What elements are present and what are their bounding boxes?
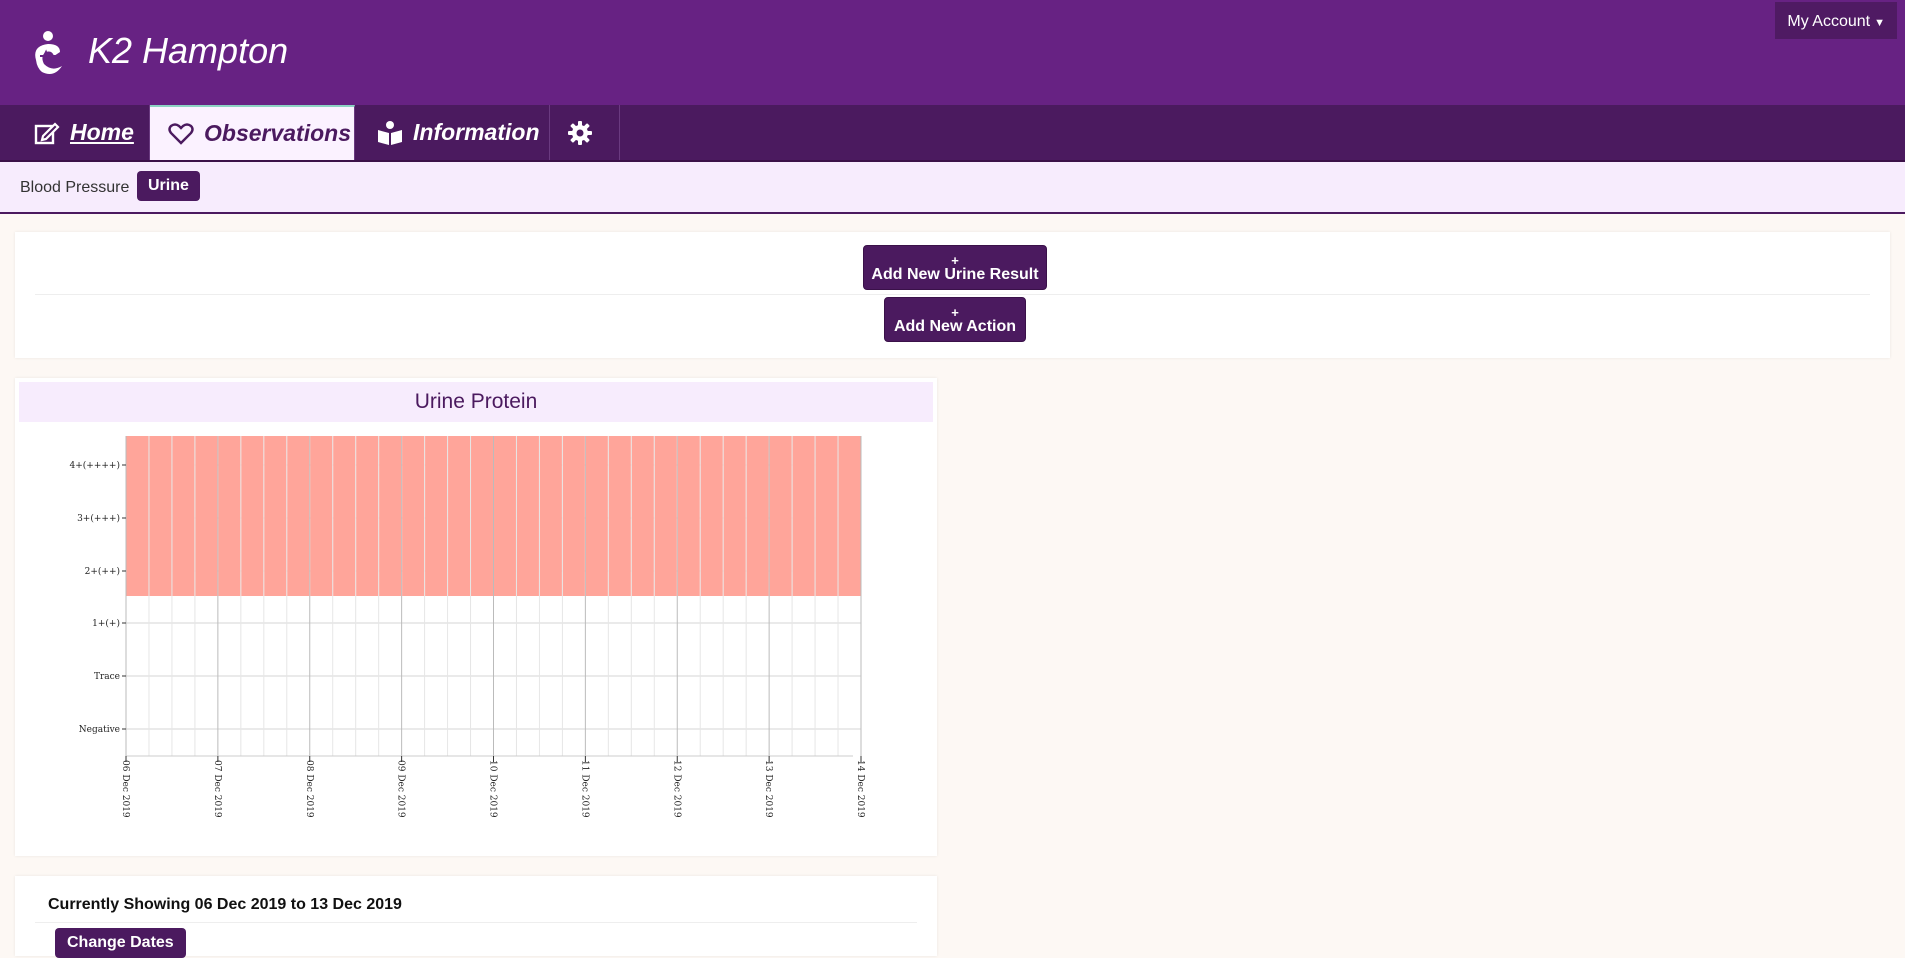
change-dates-button[interactable]: Change Dates bbox=[55, 928, 186, 958]
alert-band-cell bbox=[539, 436, 562, 596]
alert-band-cell bbox=[769, 436, 792, 596]
edit-icon bbox=[34, 121, 60, 144]
alert-band-cell bbox=[654, 436, 677, 596]
alert-band-cell bbox=[746, 436, 769, 596]
alert-band-cell bbox=[677, 436, 700, 596]
add-action-button[interactable]: + Add New Action bbox=[884, 297, 1026, 342]
x-tick-label: 07 Dec 2019 bbox=[212, 760, 222, 818]
my-account-label: My Account bbox=[1787, 13, 1871, 30]
tab-information[interactable]: Information bbox=[355, 105, 550, 160]
caret-down-icon: ▼ bbox=[1874, 17, 1885, 29]
alert-band-cell bbox=[425, 436, 448, 596]
add-action-label: Add New Action bbox=[893, 318, 1017, 335]
tab-observations[interactable]: Observations bbox=[150, 105, 355, 160]
my-account-menu[interactable]: My Account ▼ bbox=[1775, 2, 1897, 39]
subnav-blood-pressure[interactable]: Blood Pressure bbox=[20, 179, 129, 197]
alert-band-cell bbox=[448, 436, 471, 596]
alert-band-cell bbox=[792, 436, 815, 596]
alert-band-cell bbox=[356, 436, 379, 596]
gear-icon bbox=[567, 120, 592, 145]
alert-band-cell bbox=[218, 436, 241, 596]
alert-band-cell bbox=[264, 436, 287, 596]
tab-information-label: Information bbox=[413, 119, 540, 145]
x-tick-label: 13 Dec 2019 bbox=[763, 760, 773, 818]
alert-band-cell bbox=[815, 436, 838, 596]
add-urine-result-button[interactable]: + Add New Urine Result bbox=[863, 245, 1047, 290]
add-urine-result-label: Add New Urine Result bbox=[871, 266, 1039, 283]
alert-band-cell bbox=[310, 436, 333, 596]
mother-baby-logo-icon bbox=[35, 31, 62, 74]
alert-band-cell bbox=[723, 436, 746, 596]
y-tick-label: 4+(++++) bbox=[70, 460, 120, 471]
alert-band-cell bbox=[241, 436, 264, 596]
x-tick-label: 08 Dec 2019 bbox=[304, 760, 314, 818]
divider bbox=[35, 922, 917, 923]
alert-band-cell bbox=[172, 436, 195, 596]
alert-band-cell bbox=[402, 436, 425, 596]
y-tick-label: Trace bbox=[94, 672, 120, 682]
alert-band-cell bbox=[608, 436, 631, 596]
plus-icon: + bbox=[951, 305, 959, 320]
alert-band-cell bbox=[379, 436, 402, 596]
tab-home[interactable]: Home bbox=[0, 105, 150, 160]
alert-band-cell bbox=[838, 436, 861, 596]
plus-icon: + bbox=[951, 253, 959, 268]
x-tick-label: 09 Dec 2019 bbox=[396, 760, 406, 818]
x-tick-label: 10 Dec 2019 bbox=[488, 760, 498, 818]
tab-settings[interactable] bbox=[550, 105, 620, 160]
alert-band-cell bbox=[287, 436, 310, 596]
alert-band-cell bbox=[585, 436, 608, 596]
alert-band-cell bbox=[516, 436, 539, 596]
alert-band-cell bbox=[471, 436, 493, 596]
alert-band-cell bbox=[562, 436, 585, 596]
alert-band-cell bbox=[333, 436, 356, 596]
alert-band-cell bbox=[149, 436, 172, 596]
date-range-text: Currently Showing 06 Dec 2019 to 13 Dec … bbox=[48, 896, 402, 913]
alert-band-cell bbox=[126, 436, 149, 596]
app-title: K2 Hampton bbox=[88, 30, 289, 71]
main-nav: Home Observations Information bbox=[0, 105, 1905, 162]
urine-protein-chart: Negative Trace 1+(+) 2+(++) 3+(+++) 4+(++++) 0… bbox=[70, 436, 865, 818]
x-tick-label: 06 Dec 2019 bbox=[120, 760, 130, 818]
tab-observations-label: Observations bbox=[204, 120, 351, 146]
subnav-urine[interactable]: Urine bbox=[137, 171, 200, 201]
tab-home-label: Home bbox=[70, 119, 134, 145]
x-tick-label: 14 Dec 2019 bbox=[855, 760, 865, 818]
y-tick-label: Negative bbox=[79, 725, 120, 735]
y-tick-label: 1+(+) bbox=[92, 618, 120, 629]
app-header: K2 Hampton My Account ▼ bbox=[0, 0, 1905, 105]
x-tick-label: 12 Dec 2019 bbox=[671, 760, 681, 818]
sub-navigation: Blood Pressure Urine bbox=[0, 162, 1905, 214]
reader-icon bbox=[378, 120, 402, 145]
y-tick-label: 3+(+++) bbox=[77, 513, 120, 524]
alert-band-cell bbox=[494, 436, 516, 596]
date-range-panel: Currently Showing 06 Dec 2019 to 13 Dec … bbox=[15, 876, 937, 958]
alert-band-cell bbox=[195, 436, 218, 596]
urine-protein-chart-panel: Urine Protein Negative Trace 1+(+) 2+(++) 3+… bbox=[15, 378, 937, 856]
y-tick-label: 2+(++) bbox=[85, 566, 120, 577]
alert-band-cell bbox=[700, 436, 723, 596]
x-tick-label: 11 Dec 2019 bbox=[579, 760, 589, 818]
divider bbox=[35, 294, 1870, 295]
heart-icon bbox=[168, 122, 194, 145]
actions-panel: + Add New Urine Result + Add New Action bbox=[15, 232, 1890, 358]
alert-band-cell bbox=[631, 436, 654, 596]
